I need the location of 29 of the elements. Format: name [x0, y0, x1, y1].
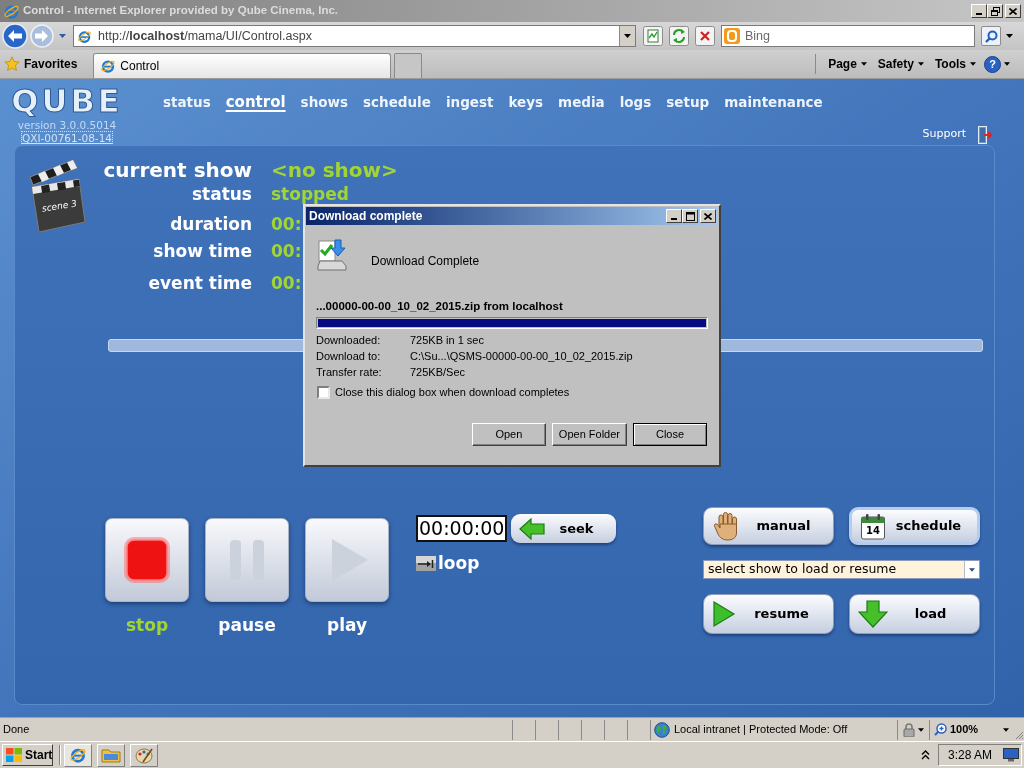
transport-label: stop [125, 614, 169, 636]
field-label: status [191, 185, 252, 203]
field-value: 00: [271, 274, 302, 292]
field-label: event time [148, 274, 252, 292]
file-name-text: ...00000-00-00_10_02_2015.zip from localhost [316, 299, 563, 314]
zone-text: Local intranet | Protected Mode: Off [674, 722, 848, 738]
field-label: duration [170, 215, 252, 233]
show-value: <no show> [271, 158, 398, 182]
detail-label: Download to: [316, 348, 382, 364]
checkbox-label: Close this dialog box when download completes [335, 384, 570, 400]
detail-label: Transfer rate: [316, 364, 383, 380]
status-text: Done [2, 722, 30, 738]
version-text: version 3.0.0.5014 [17, 118, 117, 132]
clock-text: 3:28 AM [948, 747, 993, 764]
window-title: Control - Internet Explorer provided by Qube Cinema, Inc. [23, 3, 338, 19]
field-label: show time [153, 242, 252, 260]
field-value: 00: [271, 215, 302, 233]
field-value: 00: [271, 242, 302, 260]
logo: QUBE [11, 85, 123, 117]
detail-value: 725KB/Sec [410, 364, 466, 380]
transport-label: play [327, 614, 367, 636]
dialog-heading: Download Complete [371, 253, 480, 270]
detail-value: 725KB in 1 sec [410, 332, 484, 348]
dialog-title: Download complete [309, 208, 423, 225]
field-value: stopped [271, 185, 349, 203]
detail-label: Downloaded: [316, 332, 382, 348]
show-label: current show [103, 158, 252, 182]
detail-value: C:\Su...\QSMS-00000-00-00_10_02_2015.zip [410, 348, 633, 364]
transport-label: pause [218, 614, 276, 636]
